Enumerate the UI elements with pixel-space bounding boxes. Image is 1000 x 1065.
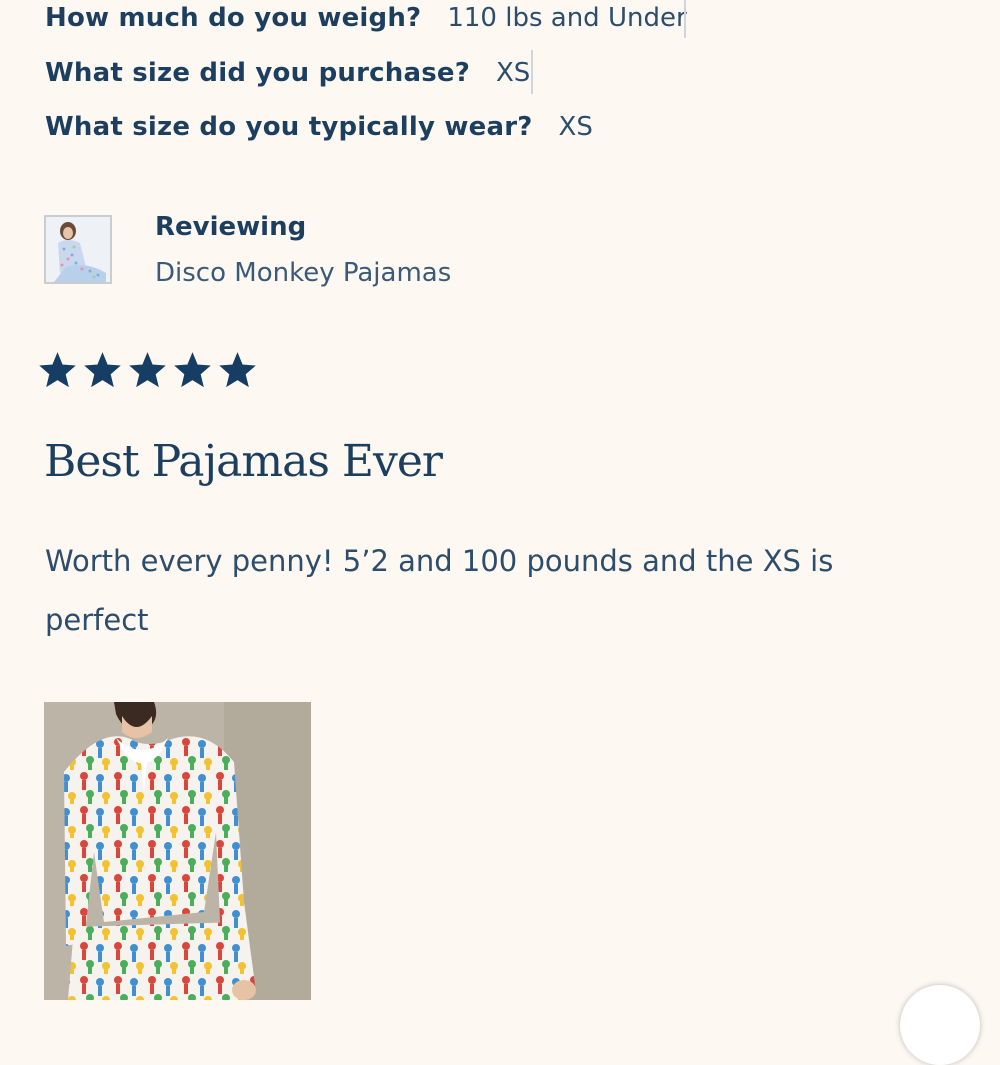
qa-answer: 110 lbs and Under <box>447 3 687 33</box>
reviewed-product-name[interactable]: Disco Monkey Pajamas <box>155 258 451 288</box>
qa-divider <box>531 50 533 94</box>
star-rating <box>38 351 257 390</box>
qa-answer: XS <box>495 58 531 88</box>
qa-row-size-purchased: What size did you purchase? XS <box>45 53 530 93</box>
qa-divider <box>684 0 686 38</box>
review-photo-image <box>44 702 311 1000</box>
star-icon <box>84 352 121 388</box>
reviewing-label: Reviewing <box>155 212 307 242</box>
qa-answer: XS <box>558 112 593 142</box>
star-icon <box>39 352 76 388</box>
scroll-up-button[interactable] <box>900 985 980 1065</box>
product-thumbnail-image <box>46 217 110 282</box>
star-icon <box>174 352 211 388</box>
qa-question: What size did you purchase? <box>45 58 470 88</box>
review-title: Best Pajamas Ever <box>44 436 443 487</box>
qa-row-weight: How much do you weigh? 110 lbs and Under <box>45 0 687 38</box>
qa-row-size-typical: What size do you typically wear? XS <box>45 107 593 147</box>
star-icon <box>129 352 166 388</box>
qa-question: How much do you weigh? <box>45 3 422 33</box>
review-photo[interactable] <box>44 702 311 1000</box>
review-body: Worth every penny! 5’2 and 100 pounds an… <box>45 544 834 637</box>
product-thumbnail[interactable] <box>44 215 112 284</box>
star-icon <box>219 352 256 388</box>
qa-question: What size do you typically wear? <box>45 112 533 142</box>
